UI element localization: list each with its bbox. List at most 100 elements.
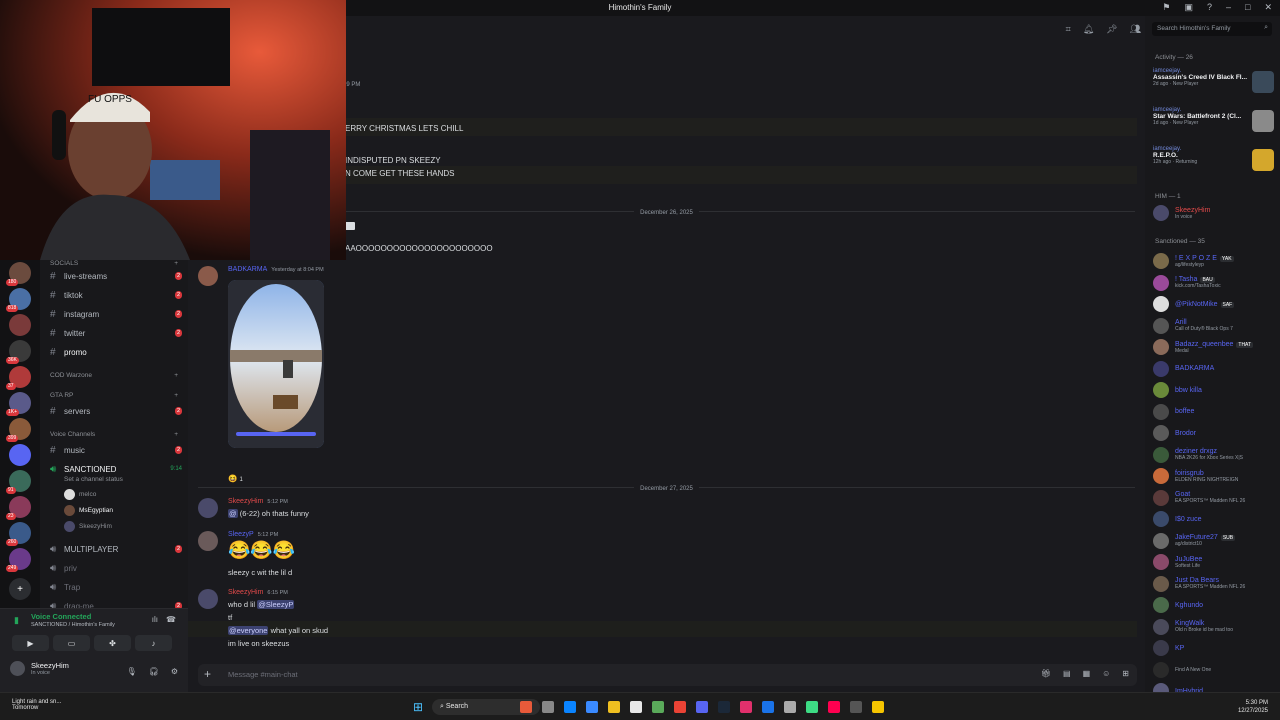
member-item[interactable]: Just Da Bears EA SPORTS™ Madden NFL 26 <box>1153 574 1276 594</box>
browser-icon[interactable] <box>762 701 774 713</box>
disconnect-icon[interactable]: ☎ <box>166 615 176 624</box>
bell-icon[interactable]: 🔔︎ <box>1083 24 1094 35</box>
server-icon[interactable]: 1K+ <box>6 392 31 416</box>
pin-icon[interactable]: ⚑ <box>1162 2 1170 13</box>
apps-icon[interactable]: ⊞ <box>1122 669 1129 678</box>
pin-icon[interactable]: 📌︎ <box>1106 24 1117 35</box>
soundboard-icon[interactable]: ♪ <box>135 635 172 651</box>
server-icon[interactable] <box>9 314 31 336</box>
member-item[interactable]: BADKARMA <box>1153 359 1276 379</box>
instagram-icon[interactable] <box>740 701 752 713</box>
channel-tiktok[interactable]: # tiktok 2 <box>50 287 182 303</box>
chrome-icon[interactable] <box>674 701 686 713</box>
member-item[interactable]: Badazz_queenbee THAT Medal <box>1153 337 1276 357</box>
activity-card[interactable]: iamceejay. R.E.P.O. 12h ago · Returning <box>1153 146 1274 180</box>
message-author[interactable]: SleezyP 5:12 PM <box>228 531 278 538</box>
channel-promo[interactable]: # promo <box>50 344 182 360</box>
settings-icon[interactable] <box>784 701 796 713</box>
channel-twitter[interactable]: # twitter 2 <box>50 325 182 341</box>
member-item[interactable]: KP <box>1153 638 1276 658</box>
add-server-icon[interactable]: + <box>9 578 31 600</box>
steam-icon[interactable] <box>718 701 730 713</box>
discord-icon[interactable] <box>696 701 708 713</box>
member-item[interactable]: Goat EA SPORTS™ Madden NFL 26 <box>1153 488 1276 508</box>
app-icon[interactable] <box>850 701 862 713</box>
member-item[interactable]: Brodor <box>1153 423 1276 443</box>
message-author[interactable]: SkeezyHim 6:15 PM <box>228 589 288 596</box>
video-attachment[interactable] <box>228 280 324 448</box>
voice-user[interactable]: MsEgyptian <box>64 505 113 516</box>
server-icon[interactable]: 37 <box>6 366 31 390</box>
members-icon[interactable]: 👥︎ <box>1130 24 1141 35</box>
member-item[interactable]: I$0 zuce <box>1153 509 1276 529</box>
app-icon[interactable] <box>806 701 818 713</box>
tiktok-icon[interactable] <box>828 701 840 713</box>
video-off-icon[interactable]: ▶ <box>12 635 49 651</box>
activity-icon[interactable]: ✤ <box>94 635 131 651</box>
widget-icon[interactable] <box>520 701 532 713</box>
maximize-icon[interactable]: □ <box>1245 2 1250 13</box>
activity-card[interactable]: iamceejay. Assassin's Creed IV Black Fl..… <box>1153 68 1274 102</box>
member-item[interactable]: Kghundo <box>1153 595 1276 615</box>
gift-icon[interactable]: 🎁︎ <box>1041 669 1051 678</box>
message-author[interactable]: BADKARMA Yesterday at 8:04 PM <box>228 266 324 273</box>
member-item[interactable]: Find A New One <box>1153 660 1276 680</box>
headphones-icon[interactable]: 🎧︎ <box>149 667 159 676</box>
user-panel[interactable]: SkeezyHim In voice <box>10 661 69 676</box>
notes-icon[interactable] <box>872 701 884 713</box>
voice-channel-trap[interactable]: 🔊︎ Trap <box>50 579 182 595</box>
server-icon[interactable]: 249 <box>6 548 31 572</box>
noise-suppression-icon[interactable]: ılı <box>152 615 158 624</box>
emoji-icon[interactable]: ☺ <box>1102 669 1110 678</box>
member-item[interactable]: boffee <box>1153 402 1276 422</box>
voice-channel-priv[interactable]: 🔊︎ priv <box>50 560 182 576</box>
edge-icon[interactable] <box>564 701 576 713</box>
explorer-icon[interactable] <box>608 701 620 713</box>
help-icon[interactable]: ? <box>1207 2 1212 13</box>
voice-user[interactable]: melco <box>64 489 96 500</box>
server-icon[interactable]: 818 <box>6 288 31 312</box>
clock[interactable]: 5:30 PM 12/27/2025 <box>1238 699 1268 715</box>
avatar[interactable] <box>198 589 218 609</box>
member-item[interactable]: KingWalk Old n Broke id be mad too <box>1153 617 1276 637</box>
search-input[interactable]: Search Himothin's Family ⌕ <box>1152 22 1272 36</box>
start-icon[interactable]: ⊞ <box>413 700 423 714</box>
server-icon[interactable]: 36K <box>6 340 31 364</box>
voice-channel-sanctioned[interactable]: 🔊︎ SANCTIONED 9:14 <box>50 461 182 477</box>
channel-status[interactable]: Set a channel status <box>64 476 123 483</box>
copilot-icon[interactable] <box>586 701 598 713</box>
member-item[interactable]: JuJuBee Softest Life <box>1153 552 1276 572</box>
category-socials[interactable]: SOCIALS + <box>50 260 178 267</box>
close-icon[interactable]: ✕ <box>1264 2 1272 13</box>
category-cod-warzone[interactable]: COD Warzone + <box>50 372 178 379</box>
member-skeezyhim[interactable]: SkeezyHim In voice <box>1153 203 1276 223</box>
settings-icon[interactable]: ⚙ <box>171 667 178 676</box>
member-item[interactable]: bbw killa <box>1153 380 1276 400</box>
channel-servers[interactable]: # servers 2 <box>50 403 182 419</box>
minimize-icon[interactable]: – <box>1226 2 1231 13</box>
gif-icon[interactable]: ▤ <box>1063 669 1071 678</box>
member-item[interactable]: @PikNotMike SAF <box>1153 294 1276 314</box>
store-icon[interactable] <box>630 701 642 713</box>
server-icon[interactable] <box>9 444 31 466</box>
server-icon[interactable]: 260 <box>6 522 31 546</box>
add-attachment-icon[interactable]: + <box>204 667 211 681</box>
category-voice[interactable]: Voice Channels + <box>50 431 178 438</box>
avatar[interactable] <box>198 498 218 518</box>
avatar[interactable] <box>198 266 218 286</box>
category-gta-rp[interactable]: GTA RP + <box>50 392 178 399</box>
message-input[interactable]: Message #main-chat <box>228 670 298 679</box>
threads-icon[interactable]: ⌗ <box>1066 24 1071 35</box>
channel-instagram[interactable]: # instagram 2 <box>50 306 182 322</box>
inbox-icon[interactable]: ▣ <box>1184 2 1193 13</box>
member-item[interactable]: foirisgrub ELDEN RING NIGHTREIGN <box>1153 466 1276 486</box>
channel-live-streams[interactable]: # live-streams 2 <box>50 268 182 284</box>
reaction[interactable]: 😆 1 <box>228 474 243 483</box>
member-item[interactable]: ! E X P O Z E YAK ag/lifestyleyp <box>1153 251 1276 271</box>
activity-card[interactable]: iamceejay. Star Wars: Battlefront 2 (Cl..… <box>1153 107 1274 141</box>
sticker-icon[interactable]: ▦ <box>1083 669 1091 678</box>
member-item[interactable]: deziner drxgz NBA 2K26 for Xbox Series X|… <box>1153 445 1276 465</box>
avatar[interactable] <box>198 531 218 551</box>
server-icon[interactable]: 180 <box>6 262 31 286</box>
server-icon[interactable]: 23 <box>6 496 31 520</box>
